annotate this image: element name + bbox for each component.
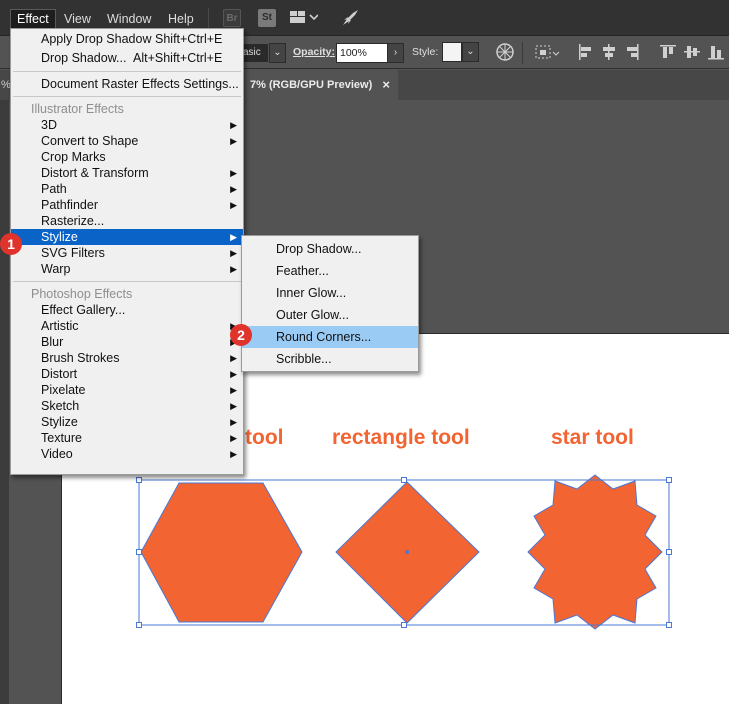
photoshop-effects-header: Photoshop Effects — [31, 287, 133, 301]
menu-separator — [13, 96, 241, 97]
menu-item-drop-shadow-last[interactable]: Drop Shadow... Alt+Shift+Ctrl+E — [11, 50, 243, 66]
submenu-arrow-icon: ▶ — [230, 401, 237, 411]
submenu-arrow-icon: ▶ — [230, 449, 237, 459]
menu-item-artistic[interactable]: Artistic▶ — [11, 318, 243, 334]
menu-item-pathfinder[interactable]: Pathfinder ▶ — [11, 197, 243, 213]
menu-separator — [13, 281, 241, 282]
menu-item-convert-to-shape[interactable]: Convert to Shape ▶ — [11, 133, 243, 149]
menu-item-distort-transform[interactable]: Distort & Transform ▶ — [11, 165, 243, 181]
menu-item-blur[interactable]: Blur▶ — [11, 334, 243, 350]
submenu-item-feather[interactable]: Feather... — [242, 260, 418, 282]
center-point — [405, 550, 409, 554]
submenu-arrow-icon: ▶ — [230, 433, 237, 443]
submenu-arrow-icon: ▶ — [230, 385, 237, 395]
illustrator-effects-header: Illustrator Effects — [31, 102, 124, 116]
submenu-item-scribble[interactable]: Scribble... — [242, 348, 418, 370]
menu-item-rasterize[interactable]: Rasterize... — [11, 213, 243, 229]
menu-item-texture[interactable]: Texture ▶ — [11, 430, 243, 446]
menu-item-video[interactable]: Video ▶ — [11, 446, 243, 462]
menu-item-path[interactable]: Path ▶ — [11, 181, 243, 197]
submenu-arrow-icon: ▶ — [230, 120, 237, 130]
step-1-badge: 1 — [0, 233, 22, 255]
effect-menu: Apply Drop Shadow Shift+Ctrl+E Drop Shado… — [10, 28, 244, 475]
menu-item-apply-drop-shadow[interactable]: Apply Drop Shadow Shift+Ctrl+E — [11, 31, 243, 47]
stylize-submenu: Drop Shadow... Feather... Inner Glow... … — [241, 235, 419, 372]
menu-item-crop-marks[interactable]: Crop Marks — [11, 149, 243, 165]
menu-item-stylize-photoshop[interactable]: Stylize ▶ — [11, 414, 243, 430]
menu-item-document-raster-effects-settings[interactable]: Document Raster Effects Settings... — [11, 76, 243, 92]
menu-item-3d[interactable]: 3D ▶ — [11, 117, 243, 133]
menu-item-distort[interactable]: Distort ▶ — [11, 366, 243, 382]
submenu-item-drop-shadow[interactable]: Drop Shadow... — [242, 238, 418, 260]
menu-item-svg-filters[interactable]: SVG Filters ▶ — [11, 245, 243, 261]
star-shape[interactable] — [527, 474, 663, 630]
menu-separator — [13, 71, 241, 72]
submenu-item-inner-glow[interactable]: Inner Glow... — [242, 282, 418, 304]
submenu-arrow-icon: ▶ — [230, 232, 237, 242]
hexagon-shape[interactable] — [140, 482, 303, 623]
step-2-badge: 2 — [230, 324, 252, 346]
submenu-arrow-icon: ▶ — [230, 184, 237, 194]
submenu-arrow-icon: ▶ — [230, 168, 237, 178]
menu-item-warp[interactable]: Warp ▶ — [11, 261, 243, 277]
menu-item-pixelate[interactable]: Pixelate ▶ — [11, 382, 243, 398]
submenu-arrow-icon: ▶ — [230, 353, 237, 363]
submenu-arrow-icon: ▶ — [230, 200, 237, 210]
menu-item-sketch[interactable]: Sketch ▶ — [11, 398, 243, 414]
submenu-item-round-corners[interactable]: Round Corners... — [242, 326, 418, 348]
menu-item-stylize[interactable]: Stylize ▶ — [11, 229, 243, 245]
submenu-arrow-icon: ▶ — [230, 136, 237, 146]
menu-item-brush-strokes[interactable]: Brush Strokes ▶ — [11, 350, 243, 366]
submenu-arrow-icon: ▶ — [230, 248, 237, 258]
submenu-arrow-icon: ▶ — [230, 417, 237, 427]
submenu-arrow-icon: ▶ — [230, 369, 237, 379]
menu-item-effect-gallery[interactable]: Effect Gallery... — [11, 302, 243, 318]
submenu-arrow-icon: ▶ — [230, 264, 237, 274]
submenu-item-outer-glow[interactable]: Outer Glow... — [242, 304, 418, 326]
